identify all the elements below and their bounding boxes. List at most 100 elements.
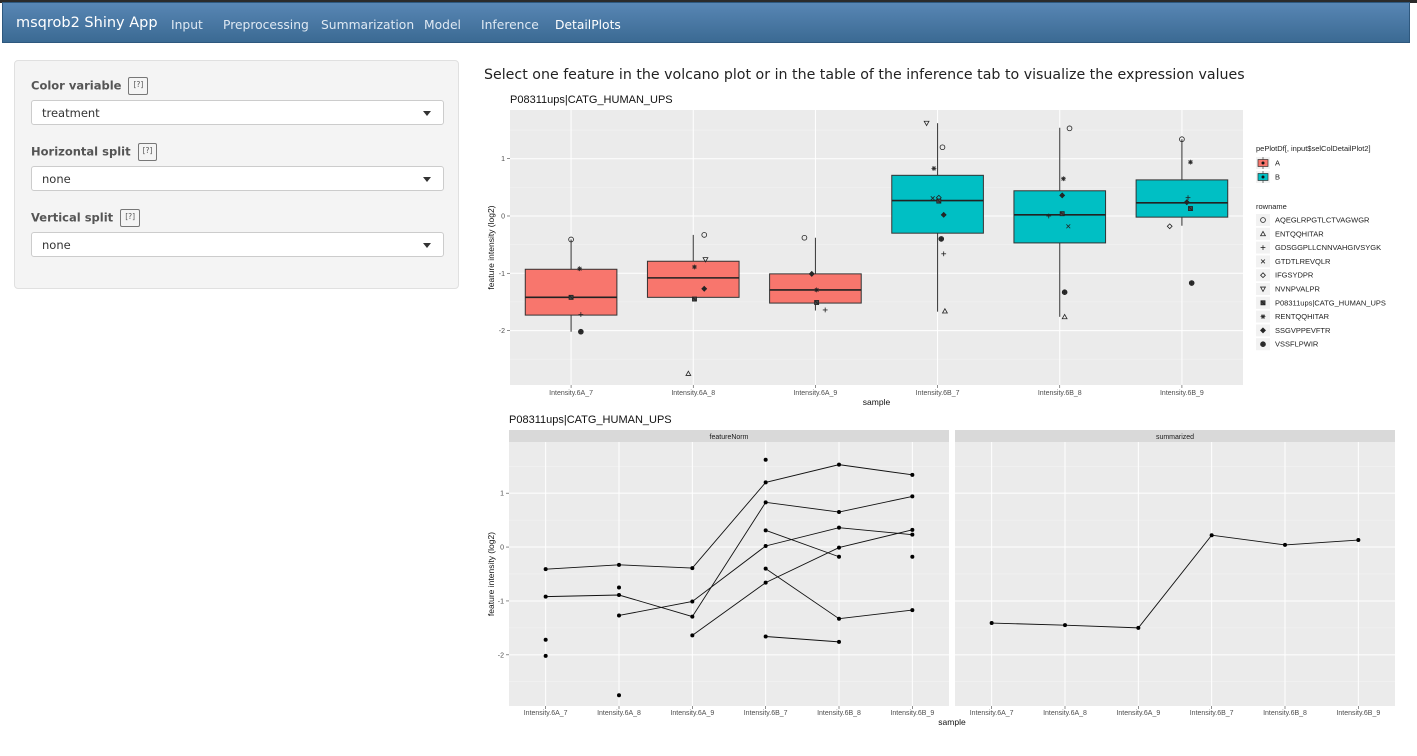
facet-xtick-label: Intensity.6A_7 <box>524 710 568 717</box>
legend-shape-label: P08311ups|CATG_HUMAN_UPS <box>1275 298 1386 307</box>
series-point <box>763 566 768 571</box>
series-point <box>837 554 841 559</box>
facet-xtick-label: Intensity.6B_9 <box>890 710 934 717</box>
series-point <box>763 528 768 533</box>
series-point <box>910 532 915 537</box>
legend-key-bg <box>1256 283 1270 295</box>
facet-strip-label: summarized <box>1156 434 1194 441</box>
boxplot-ytick-label: 0 <box>501 213 505 220</box>
boxplot-point <box>1061 176 1066 182</box>
legend-shape-label: IFGSYDPR <box>1275 271 1314 280</box>
boxplot-point <box>1188 159 1193 165</box>
series-point <box>837 616 841 621</box>
series-point <box>837 639 841 644</box>
boxplot-point <box>568 294 574 300</box>
facet-xtick-label: Intensity.6A_9 <box>670 710 714 717</box>
box-Intensity.6B_9 <box>1135 179 1229 218</box>
legend-fill-title: pePlotDf[, input$selColDetailPlot2] <box>1256 144 1371 153</box>
series-point <box>1356 538 1361 543</box>
boxplot-legend: pePlotDf[, input$selColDetailPlot2] ABrow… <box>1256 144 1386 351</box>
legend-key-bg <box>1256 227 1270 240</box>
lineplot-ytick-label: 1 <box>500 491 504 498</box>
facet-xtick-label: Intensity.6B_7 <box>1190 710 1234 717</box>
facet-xtick-label: Intensity.6B_8 <box>1263 710 1307 717</box>
facet-xtick-label: Intensity.6A_8 <box>1043 710 1087 717</box>
boxplot-xtick-label: Intensity.6B_8 <box>1038 390 1082 397</box>
facet-xtick-label: Intensity.6B_8 <box>817 710 861 717</box>
facet-xtick-label: Intensity.6B_7 <box>744 710 788 717</box>
boxplot-xlabel: sample <box>863 397 891 407</box>
boxplot-xtick-label: Intensity.6B_9 <box>1160 390 1204 397</box>
series-point <box>1283 542 1287 547</box>
series-point <box>617 562 621 567</box>
isolated-point <box>617 693 621 698</box>
series-point <box>690 599 695 604</box>
boxplot-point <box>577 266 583 272</box>
boxplot-ylabel: feature intensity (log2) <box>486 205 496 289</box>
series-point <box>1209 533 1214 538</box>
legend-shape-icon <box>1260 341 1266 348</box>
legend-key-dot <box>1261 175 1265 179</box>
series-point <box>690 566 695 571</box>
boxplot-point <box>1061 289 1068 295</box>
boxplot-point <box>692 264 697 270</box>
series-point <box>837 545 841 550</box>
isolated-point <box>543 637 548 642</box>
boxplot-chart: P08311ups|CATG_HUMAN_UPS -2 -1 0 1 Intensity.… <box>486 94 1386 407</box>
series-point <box>617 593 621 598</box>
lineplot-ytick-label: -1 <box>498 598 504 605</box>
legend-shape-label: RENTQQHITAR <box>1275 312 1330 321</box>
series-point <box>837 525 841 530</box>
legend-fill-label: B <box>1275 173 1280 182</box>
series-point <box>989 621 994 626</box>
boxplot-point <box>814 287 820 293</box>
legend-shape-label: SSGVPPEVFTR <box>1275 326 1331 335</box>
boxplot-title: P08311ups|CATG_HUMAN_UPS <box>510 94 673 106</box>
series-point <box>690 633 695 638</box>
boxplot-xtick-label: Intensity.6A_8 <box>671 390 715 397</box>
legend-shape-title: rowname <box>1256 202 1287 211</box>
boxplot-point <box>938 236 945 242</box>
boxplot-point <box>1188 280 1195 286</box>
legend-shape-icon <box>1260 314 1266 319</box>
boxplot-panel <box>510 110 1243 385</box>
series-point <box>910 472 915 477</box>
isolated-point <box>910 554 915 559</box>
legend-shape-label: GDSGGPLLCNNVAHGIVSYGK <box>1275 243 1381 252</box>
series-point <box>910 608 915 613</box>
legend-shape-label: NVNPVALPR <box>1275 285 1320 294</box>
lineplot-ylabel: feature intensity (log2) <box>486 532 496 616</box>
facet-xtick-label: Intensity.6B_9 <box>1336 710 1380 717</box>
legend-key-dot <box>1261 161 1265 165</box>
boxplot-xtick-label: Intensity.6A_9 <box>793 390 837 397</box>
boxplot-point <box>692 296 697 302</box>
series-point <box>763 500 768 505</box>
series-point <box>763 543 768 548</box>
series-point <box>910 527 915 532</box>
legend-shape-label: AQEGLRPGTLCTVAGWGR <box>1275 216 1370 225</box>
series-point <box>763 634 768 639</box>
boxplot-xtick-label: Intensity.6B_7 <box>916 390 960 397</box>
box-Intensity.6A_7 <box>524 268 618 316</box>
boxplot-ytick-label: -2 <box>499 328 505 335</box>
lineplot-title: P08311ups|CATG_HUMAN_UPS <box>509 414 672 426</box>
detail-plots: P08311ups|CATG_HUMAN_UPS -2 -1 0 1 Intensity.… <box>486 94 1395 727</box>
facet-featureNorm: featureNorm Intensity.6A_7 Intensity.6A_8 I… <box>509 430 949 717</box>
series-point <box>617 613 621 618</box>
legend-shape-label: GTDTLREVQLR <box>1275 257 1331 266</box>
lineplot-xlabel: sample <box>938 717 966 727</box>
boxplot-point <box>931 166 937 171</box>
series-point <box>543 594 548 599</box>
legend-shape-label: ENTQQHITAR <box>1275 229 1324 238</box>
boxplot-point <box>936 198 942 204</box>
isolated-point <box>617 585 621 590</box>
series-point <box>910 494 915 499</box>
boxplot-point <box>1188 206 1193 211</box>
boxplot-point <box>578 328 584 335</box>
boxplot-ytick-label: -1 <box>499 271 505 278</box>
facet-xtick-label: Intensity.6A_9 <box>1116 710 1160 717</box>
series-point <box>690 614 695 619</box>
series-point <box>837 462 841 467</box>
box-Intensity.6B_8 <box>1013 190 1107 244</box>
facet-xtick-label: Intensity.6A_7 <box>970 710 1014 717</box>
